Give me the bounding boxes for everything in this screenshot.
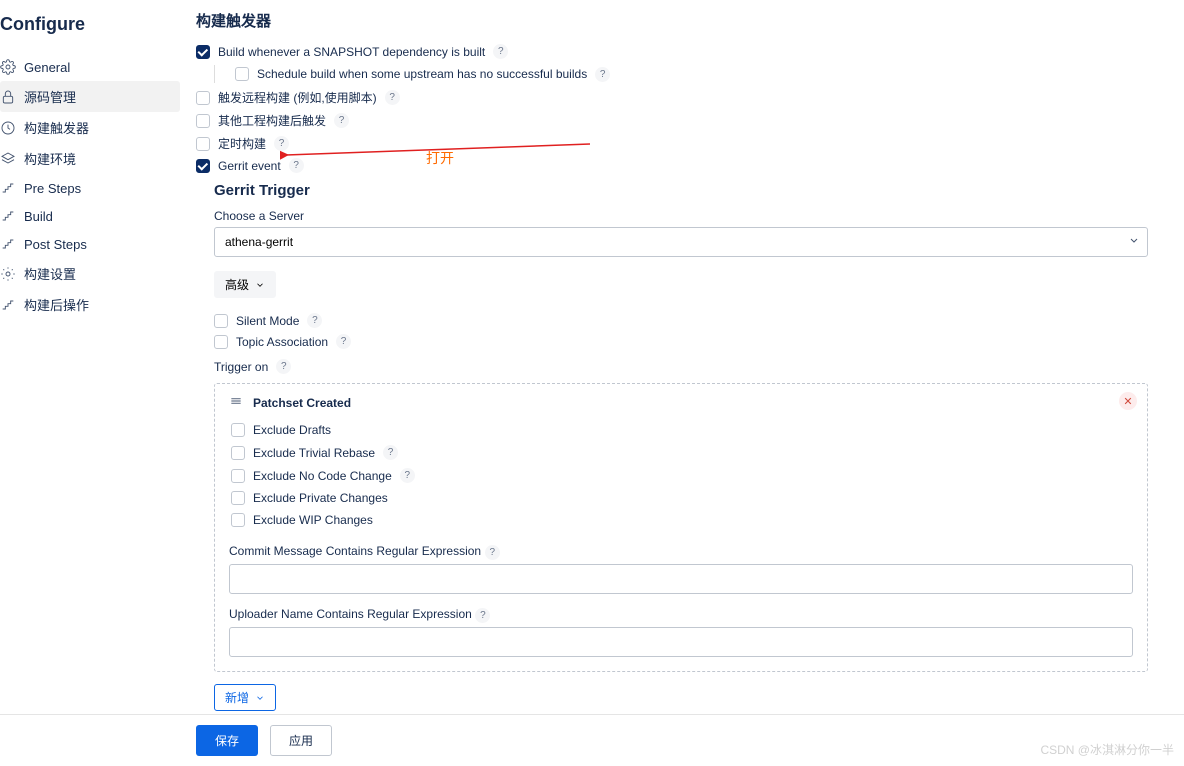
advanced-label: 高级 — [225, 276, 249, 293]
checkbox-schedule-upstream[interactable] — [235, 67, 249, 81]
gerrit-trigger-title: Gerrit Trigger — [214, 182, 1148, 199]
help-icon[interactable]: ? — [385, 90, 400, 105]
checkbox-label: Schedule build when some upstream has no… — [257, 67, 587, 81]
main-content: 构建触发器 Build whenever a SNAPSHOT dependen… — [180, 0, 1184, 718]
checkbox-label: 其他工程构建后触发 — [218, 112, 326, 129]
clock-icon — [0, 120, 16, 136]
checkbox-label: Exclude Private Changes — [253, 491, 388, 505]
save-button[interactable]: 保存 — [196, 725, 258, 756]
sidebar-item-build[interactable]: Build — [0, 202, 180, 230]
uploader-regex-label: Uploader Name Contains Regular Expressio… — [229, 607, 472, 621]
section-title: 构建触发器 — [196, 10, 1148, 31]
footer-bar: 保存 应用 — [0, 714, 1184, 766]
checkbox-exclude-private-changes[interactable] — [231, 491, 245, 505]
help-icon[interactable]: ? — [485, 545, 500, 560]
checkbox-label: Exclude No Code Change — [253, 469, 392, 483]
chevron-down-icon — [255, 693, 265, 703]
sidebar-item-postbuild[interactable]: 构建后操作 — [0, 289, 180, 320]
gear-icon — [0, 266, 16, 282]
drag-handle-icon[interactable] — [229, 394, 243, 411]
checkbox-label: Build whenever a SNAPSHOT dependency is … — [218, 45, 485, 59]
apply-button[interactable]: 应用 — [270, 725, 332, 756]
uploader-regex-input[interactable] — [229, 627, 1133, 657]
server-select[interactable]: athena-gerrit — [214, 227, 1148, 257]
checkbox-topic-association[interactable] — [214, 335, 228, 349]
trigger-on-label: Trigger on — [214, 360, 268, 374]
lock-icon — [0, 89, 16, 105]
checkbox-label: Exclude WIP Changes — [253, 513, 373, 527]
help-icon[interactable]: ? — [274, 136, 289, 151]
help-icon[interactable]: ? — [336, 334, 351, 349]
sidebar-item-label: 构建后操作 — [24, 295, 89, 314]
checkbox-snapshot[interactable] — [196, 45, 210, 59]
steps-icon — [0, 236, 16, 252]
checkbox-exclude-drafts[interactable] — [231, 423, 245, 437]
advanced-button[interactable]: 高级 — [214, 271, 276, 298]
help-icon[interactable]: ? — [276, 359, 291, 374]
help-icon[interactable]: ? — [493, 44, 508, 59]
help-icon[interactable]: ? — [383, 445, 398, 460]
checkbox-label: 定时构建 — [218, 135, 266, 152]
sidebar-item-label: 构建触发器 — [24, 118, 89, 137]
checkbox-after-other[interactable] — [196, 114, 210, 128]
sidebar-item-poststeps[interactable]: Post Steps — [0, 230, 180, 258]
gerrit-trigger-section: Gerrit Trigger Choose a Server athena-ge… — [214, 182, 1148, 718]
checkbox-exclude-wip-changes[interactable] — [231, 513, 245, 527]
chevron-down-icon — [255, 280, 265, 290]
add-label: 新增 — [225, 689, 249, 706]
sidebar-item-label: Post Steps — [24, 237, 87, 252]
help-icon[interactable]: ? — [475, 608, 490, 623]
patchset-created-box: ✕ Patchset Created Exclude Drafts Exclud… — [214, 383, 1148, 672]
commit-regex-input[interactable] — [229, 564, 1133, 594]
help-icon[interactable]: ? — [334, 113, 349, 128]
checkbox-silent-mode[interactable] — [214, 314, 228, 328]
page-title: Configure — [0, 10, 180, 53]
steps-icon — [0, 208, 16, 224]
sidebar-item-settings[interactable]: 构建设置 — [0, 258, 180, 289]
help-icon[interactable]: ? — [289, 158, 304, 173]
commit-regex-label: Commit Message Contains Regular Expressi… — [229, 544, 481, 558]
sidebar-item-label: Pre Steps — [24, 181, 81, 196]
checkbox-exclude-trivial-rebase[interactable] — [231, 446, 245, 460]
help-icon[interactable]: ? — [400, 468, 415, 483]
checkbox-label: Exclude Trivial Rebase — [253, 446, 375, 460]
indent-line — [214, 65, 215, 83]
add-trigger-button[interactable]: 新增 — [214, 684, 276, 711]
sidebar: Configure General 源码管理 构建触发器 构建环境 Pre St… — [0, 0, 180, 718]
sidebar-item-general[interactable]: General — [0, 53, 180, 81]
checkbox-label: Silent Mode — [236, 314, 299, 328]
steps-icon — [0, 180, 16, 196]
checkbox-label: Exclude Drafts — [253, 423, 331, 437]
sidebar-item-triggers[interactable]: 构建触发器 — [0, 112, 180, 143]
stack-icon — [0, 151, 16, 167]
sidebar-item-label: 源码管理 — [24, 87, 76, 106]
checkbox-exclude-no-code-change[interactable] — [231, 469, 245, 483]
server-label: Choose a Server — [214, 209, 1148, 223]
sidebar-item-env[interactable]: 构建环境 — [0, 143, 180, 174]
gear-icon — [0, 59, 16, 75]
trigger-title: Patchset Created — [253, 396, 351, 410]
checkbox-label: Gerrit event — [218, 159, 281, 173]
checkbox-poll[interactable] — [196, 137, 210, 151]
help-icon[interactable]: ? — [595, 67, 610, 82]
steps-icon — [0, 297, 16, 313]
sidebar-item-presteps[interactable]: Pre Steps — [0, 174, 180, 202]
checkbox-gerrit-event[interactable] — [196, 159, 210, 173]
remove-trigger-button[interactable]: ✕ — [1119, 392, 1137, 410]
checkbox-remote[interactable] — [196, 91, 210, 105]
checkbox-label: 触发远程构建 (例如,使用脚本) — [218, 89, 377, 106]
sidebar-item-source[interactable]: 源码管理 — [0, 81, 180, 112]
sidebar-item-label: 构建设置 — [24, 264, 76, 283]
sidebar-item-label: Build — [24, 209, 53, 224]
sidebar-item-label: 构建环境 — [24, 149, 76, 168]
checkbox-label: Topic Association — [236, 335, 328, 349]
help-icon[interactable]: ? — [307, 313, 322, 328]
sidebar-item-label: General — [24, 60, 70, 75]
